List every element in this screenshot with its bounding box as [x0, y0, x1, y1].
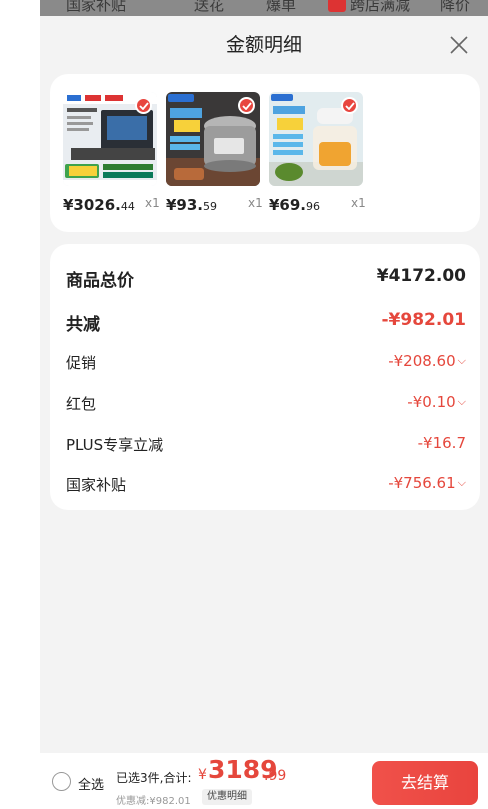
background-tab: 爆单 — [266, 0, 297, 14]
total-currency: ¥ — [198, 767, 207, 783]
background-tab: 国家补贴 — [66, 0, 127, 14]
national-subsidy-label: 国家补贴 — [66, 476, 127, 494]
total-amount-decimal: .99 — [264, 768, 287, 784]
selected-check-icon — [135, 97, 152, 114]
chevron-down-icon: ⌵ — [457, 354, 466, 367]
food-chopper-image — [269, 92, 363, 186]
price-breakdown-card: 商品总价 ¥4172.00 共减 -¥982.01 促销 -¥208.60 ⌵ 红… — [50, 244, 480, 510]
total-reduction-row: 共减 -¥982.01 — [66, 310, 467, 335]
promotion-label: 促销 — [66, 354, 97, 372]
selected-check-icon — [341, 97, 358, 114]
discount-detail-button[interactable]: 优惠明细 — [202, 789, 252, 805]
product-item[interactable]: ¥3026.44 x1 — [63, 92, 160, 214]
goods-total-value: ¥4172.00 — [376, 266, 466, 286]
product-price: ¥3026.44 — [63, 196, 135, 214]
product-price: ¥93.59 — [166, 196, 218, 214]
product-list-card: ¥3026.44 x1 ¥93.59 x1 ¥69.96 x1 — [50, 74, 480, 232]
chevron-down-icon: ⌵ — [457, 395, 466, 408]
background-tab: 跨店满减 — [350, 0, 411, 14]
close-icon[interactable] — [448, 34, 470, 56]
selected-check-icon — [238, 97, 255, 114]
product-item[interactable]: ¥69.96 x1 — [269, 92, 366, 214]
select-all-label[interactable]: 全选 — [78, 774, 104, 793]
selected-count-text: 已选3件,合计: — [116, 771, 192, 785]
goods-total-row: 商品总价 ¥4172.00 — [66, 266, 466, 291]
chevron-down-icon: ⌵ — [457, 476, 466, 489]
promo-badge-icon — [328, 0, 346, 12]
background-tab: 送花 — [194, 0, 225, 14]
national-subsidy-value: -¥756.61 ⌵ — [388, 474, 466, 492]
product-quantity: x1 — [145, 196, 160, 210]
product-item[interactable]: ¥93.59 x1 — [166, 92, 263, 214]
amount-detail-sheet: 金额明细 ¥3026.44 x1 ¥93.59 x1 ¥69.96 x1 商品总… — [40, 16, 488, 809]
sheet-title: 金额明细 — [225, 34, 302, 56]
red-packet-value: -¥0.10 ⌵ — [407, 393, 466, 411]
background-tab-strip: 国家补贴 送花 爆单 跨店满减 降价 — [40, 0, 488, 16]
checkout-bar: 全选 已选3件,合计: ¥ 3189 .99 优惠减:¥982.01 优惠明细 … — [40, 753, 488, 809]
plus-discount-row: PLUS专享立减 -¥16.7 — [66, 434, 466, 458]
total-reduction-value: -¥982.01 — [381, 310, 467, 330]
goods-total-label: 商品总价 — [66, 271, 134, 291]
promotion-value: -¥208.60 ⌵ — [388, 352, 466, 370]
total-reduction-label: 共减 — [66, 315, 100, 335]
national-subsidy-row[interactable]: 国家补贴 -¥756.61 ⌵ — [66, 474, 466, 498]
product-quantity: x1 — [248, 196, 263, 210]
checkout-button[interactable]: 去结算 — [372, 761, 478, 805]
red-packet-label: 红包 — [66, 395, 97, 413]
product-quantity: x1 — [351, 196, 366, 210]
range-hood-image — [63, 92, 157, 186]
red-packet-row[interactable]: 红包 -¥0.10 ⌵ — [66, 393, 466, 417]
discount-text: 优惠减:¥982.01 — [116, 796, 191, 807]
electric-pressure-cooker-image — [166, 92, 260, 186]
plus-discount-value: -¥16.7 — [417, 434, 466, 452]
product-price: ¥69.96 — [269, 196, 321, 214]
select-all-radio[interactable] — [52, 772, 71, 791]
plus-discount-label: PLUS专享立减 — [66, 436, 164, 454]
page: 国家补贴 送花 爆单 跨店满减 降价 金额明细 ¥3026.44 x1 ¥93.… — [0, 0, 488, 809]
background-tab: 降价 — [440, 0, 471, 14]
promotion-row[interactable]: 促销 -¥208.60 ⌵ — [66, 352, 466, 376]
